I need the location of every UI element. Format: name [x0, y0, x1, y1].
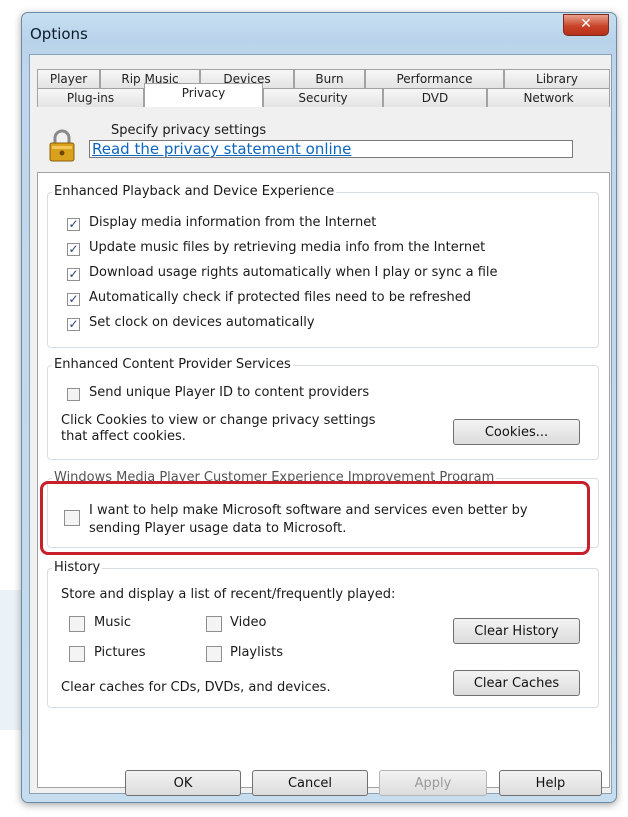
check-protected-files-checkbox[interactable]: ✓ — [67, 293, 80, 306]
cookies-description-line2: that affect cookies. — [61, 429, 186, 444]
history-video-label: Video — [230, 615, 267, 630]
tab-privacy[interactable]: Privacy — [144, 83, 263, 107]
close-button[interactable]: ✕ — [563, 14, 609, 36]
history-pictures-checkbox[interactable] — [69, 646, 85, 662]
tab-network[interactable]: Network — [487, 88, 610, 107]
update-music-files-checkbox[interactable]: ✓ — [67, 243, 80, 256]
ceip-checkbox[interactable] — [64, 510, 80, 526]
history-group-title: History — [52, 560, 103, 575]
ceip-group-title: Windows Media Player Customer Experience… — [52, 470, 497, 485]
cookies-description-line1: Click Cookies to view or change privacy … — [61, 413, 376, 428]
tab-performance[interactable]: Performance — [365, 69, 504, 88]
ceip-label-line1: I want to help make Microsoft software a… — [89, 503, 528, 518]
history-music-label: Music — [94, 615, 131, 630]
display-media-info-label: Display media information from the Inter… — [89, 215, 377, 230]
clear-caches-description: Clear caches for CDs, DVDs, and devices. — [61, 680, 331, 695]
playback-group-title: Enhanced Playback and Device Experience — [52, 184, 337, 199]
history-playlists-label: Playlists — [230, 645, 283, 660]
check-protected-files-label: Automatically check if protected files n… — [89, 290, 472, 305]
tab-dvd[interactable]: DVD — [383, 88, 487, 107]
history-music-checkbox[interactable] — [69, 616, 85, 632]
set-clock-label: Set clock on devices automatically — [89, 315, 315, 330]
apply-button[interactable]: Apply — [379, 770, 487, 796]
history-intro: Store and display a list of recent/frequ… — [61, 587, 396, 602]
tab-burn[interactable]: Burn — [294, 69, 365, 88]
privacy-statement-link[interactable]: Read the privacy statement online — [92, 140, 351, 158]
clear-history-button[interactable]: Clear History — [453, 618, 580, 644]
cookies-button[interactable]: Cookies... — [453, 419, 580, 445]
ceip-label-line2: sending Player usage data to Microsoft. — [89, 521, 347, 536]
dialog-title: Options — [30, 25, 88, 43]
tab-player[interactable]: Player — [37, 69, 100, 88]
update-music-files-label: Update music files by retrieving media i… — [89, 240, 486, 255]
send-player-id-checkbox[interactable] — [67, 388, 80, 401]
tab-plug-ins[interactable]: Plug-ins — [37, 88, 144, 107]
history-playlists-checkbox[interactable] — [206, 646, 222, 662]
history-video-checkbox[interactable] — [206, 616, 222, 632]
clear-caches-button[interactable]: Clear Caches — [453, 670, 580, 696]
privacy-heading: Specify privacy settings — [111, 123, 267, 138]
cancel-button[interactable]: Cancel — [252, 770, 368, 796]
display-media-info-checkbox[interactable]: ✓ — [67, 218, 80, 231]
tab-library[interactable]: Library — [504, 69, 610, 88]
help-button[interactable]: Help — [499, 770, 602, 796]
send-player-id-label: Send unique Player ID to content provide… — [89, 385, 370, 400]
download-usage-rights-checkbox[interactable]: ✓ — [67, 268, 80, 281]
content-provider-group-title: Enhanced Content Provider Services — [52, 357, 293, 372]
ok-button[interactable]: OK — [125, 770, 241, 796]
lock-icon — [49, 129, 75, 162]
tab-security[interactable]: Security — [263, 88, 383, 107]
download-usage-rights-label: Download usage rights automatically when… — [89, 265, 498, 280]
set-clock-checkbox[interactable]: ✓ — [67, 318, 80, 331]
history-pictures-label: Pictures — [94, 645, 146, 660]
